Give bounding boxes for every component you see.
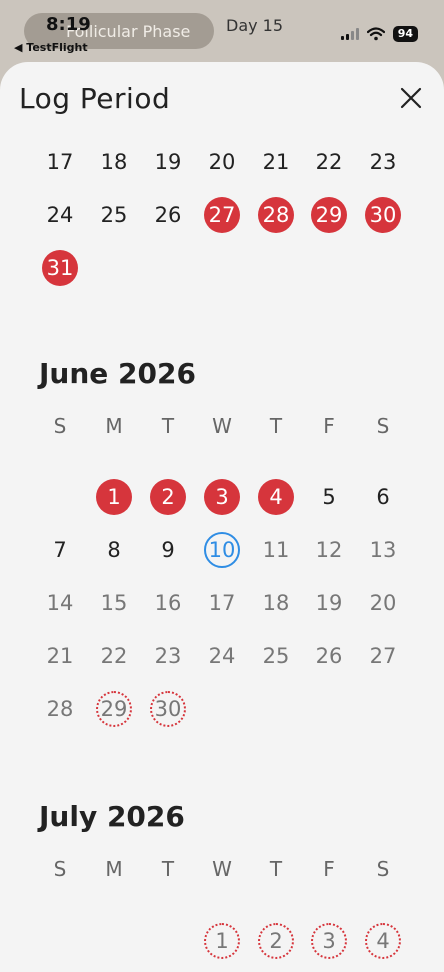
day-cell-future[interactable]: 18: [258, 585, 294, 621]
day-cell-predicted[interactable]: 1: [204, 923, 240, 959]
day-cell-predicted[interactable]: 4: [365, 923, 401, 959]
day-cell-future[interactable]: 22: [96, 638, 132, 674]
day-cell-period[interactable]: 2: [150, 479, 186, 515]
day-cell-period[interactable]: 4: [258, 479, 294, 515]
day-cell-period[interactable]: 29: [311, 197, 347, 233]
week-row: 28 29 30: [0, 687, 444, 731]
day-cell[interactable]: 5: [311, 479, 347, 515]
weekday-label: F: [323, 857, 335, 881]
status-icons: 94: [340, 26, 418, 42]
day-cell-predicted[interactable]: 29: [96, 691, 132, 727]
weekday-label: T: [269, 414, 283, 438]
week-row: 1234: [0, 919, 444, 963]
cellular-signal-icon: [340, 28, 359, 40]
day-cell-future[interactable]: 14: [42, 585, 78, 621]
cycle-day-label: Day 15: [226, 16, 284, 35]
back-to-app-link[interactable]: ◀ TestFlight: [14, 41, 88, 54]
day-cell-period[interactable]: 3: [204, 479, 240, 515]
weekday-label: W: [212, 857, 232, 881]
day-cell[interactable]: 19: [150, 144, 186, 180]
status-time: 8:19: [46, 14, 91, 35]
day-cell-future[interactable]: 23: [150, 638, 186, 674]
day-cell[interactable]: 21: [258, 144, 294, 180]
day-cell-predicted[interactable]: 2: [258, 923, 294, 959]
week-row: 7 8 9 10 11 12 13: [0, 528, 444, 572]
day-cell[interactable]: 22: [311, 144, 347, 180]
day-cell[interactable]: 6: [365, 479, 401, 515]
day-cell[interactable]: 23: [365, 144, 401, 180]
weekday-label: F: [323, 414, 335, 438]
sheet-title: Log Period: [19, 82, 171, 115]
day-cell-period[interactable]: 1: [96, 479, 132, 515]
weekday-label: S: [53, 857, 67, 881]
week-row: 123456: [0, 475, 444, 519]
wifi-icon: [366, 27, 385, 41]
day-cell-future[interactable]: 16: [150, 585, 186, 621]
week-row: 14 15 16 17 18 19 20: [0, 581, 444, 625]
day-cell-future[interactable]: 25: [258, 638, 294, 674]
weekday-label: M: [105, 857, 123, 881]
day-cell-future[interactable]: 15: [96, 585, 132, 621]
weekday-label: T: [269, 857, 283, 881]
day-cell[interactable]: 25: [96, 197, 132, 233]
week-row: 24 25 26 27 28 29 30: [0, 193, 444, 237]
day-cell[interactable]: 26: [150, 197, 186, 233]
weekday-label: S: [376, 414, 390, 438]
day-cell-future[interactable]: 28: [42, 691, 78, 727]
day-cell-future[interactable]: 19: [311, 585, 347, 621]
week-row: 17 18 19 20 21 22 23: [0, 140, 444, 184]
day-cell-future[interactable]: 13: [365, 532, 401, 568]
close-icon[interactable]: [398, 85, 424, 111]
day-cell-period[interactable]: 30: [365, 197, 401, 233]
month-title: June 2026: [39, 357, 196, 390]
day-cell-future[interactable]: 17: [204, 585, 240, 621]
log-period-sheet: Log Period 17 18 19 20 21 22 23 24 25 26 27 28 29 30 3…: [0, 62, 444, 972]
day-cell[interactable]: 17: [42, 144, 78, 180]
day-cell-predicted[interactable]: 3: [311, 923, 347, 959]
day-cell[interactable]: 8: [96, 532, 132, 568]
weekday-label: M: [105, 414, 123, 438]
day-cell[interactable]: 20: [204, 144, 240, 180]
day-cell-future[interactable]: 11: [258, 532, 294, 568]
weekday-label: W: [212, 414, 232, 438]
day-cell[interactable]: 7: [42, 532, 78, 568]
weekday-label: S: [53, 414, 67, 438]
day-cell-period[interactable]: 31: [42, 250, 78, 286]
status-bar: Follicular Phase 8:19 ◀ TestFlight Day 1…: [0, 0, 444, 60]
day-cell[interactable]: 9: [150, 532, 186, 568]
day-cell-today[interactable]: 10: [204, 532, 240, 568]
day-cell-future[interactable]: 20: [365, 585, 401, 621]
weekday-label: T: [161, 414, 175, 438]
day-cell-future[interactable]: 24: [204, 638, 240, 674]
day-cell-future[interactable]: 12: [311, 532, 347, 568]
month-title: July 2026: [39, 800, 185, 833]
day-cell-predicted[interactable]: 30: [150, 691, 186, 727]
day-cell-future[interactable]: 26: [311, 638, 347, 674]
week-row: 31: [0, 246, 444, 290]
week-row: 21 22 23 24 25 26 27: [0, 634, 444, 678]
day-cell-period[interactable]: 27: [204, 197, 240, 233]
day-cell-future[interactable]: 27: [365, 638, 401, 674]
day-cell[interactable]: 18: [96, 144, 132, 180]
day-cell-future[interactable]: 21: [42, 638, 78, 674]
battery-indicator: 94: [392, 26, 418, 42]
weekday-label: S: [376, 857, 390, 881]
weekday-label: T: [161, 857, 175, 881]
day-cell-period[interactable]: 28: [258, 197, 294, 233]
day-cell[interactable]: 24: [42, 197, 78, 233]
